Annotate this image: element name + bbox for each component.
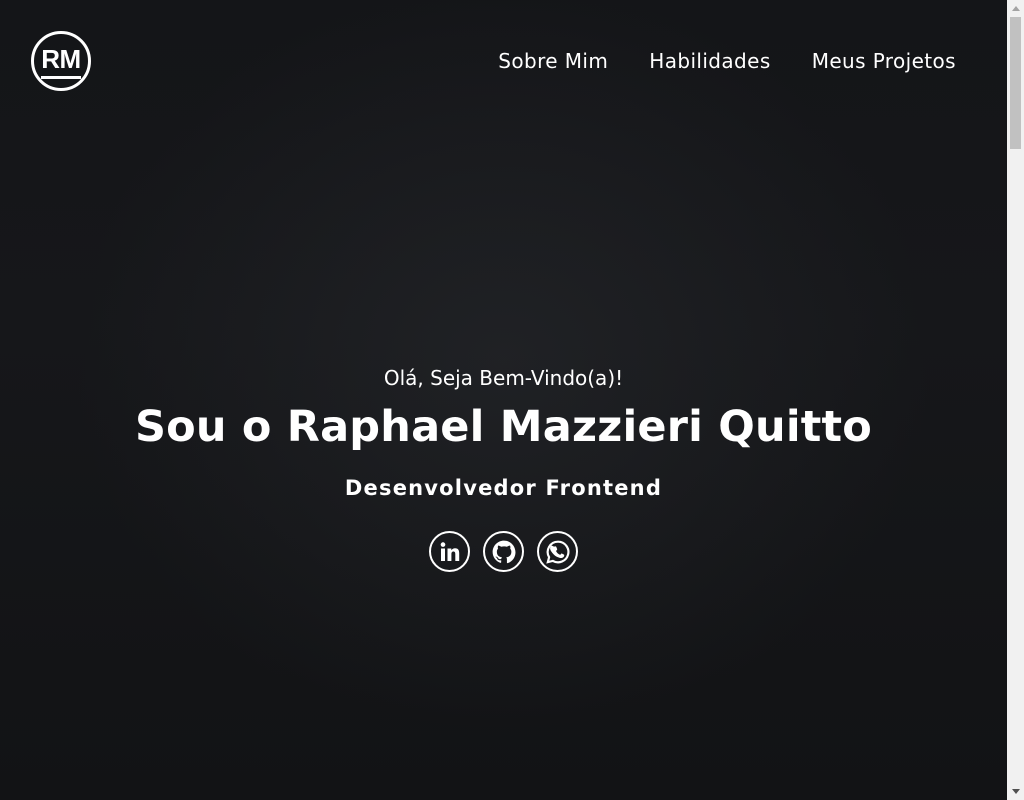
hero-name: Sou o Raphael Mazzieri Quitto [134,402,873,452]
logo[interactable]: RM [31,31,91,91]
logo-text: RM [41,46,81,79]
social-links [0,531,1007,572]
vertical-scrollbar[interactable] [1007,0,1024,800]
scroll-down-arrow-icon[interactable] [1007,783,1024,800]
github-link[interactable] [483,531,524,572]
github-icon [492,540,515,563]
whatsapp-icon [545,540,569,564]
linkedin-icon [440,541,459,561]
nav-link-sobre-mim[interactable]: Sobre Mim [498,49,608,73]
nav-link-habilidades[interactable]: Habilidades [649,49,770,73]
nav-link-meus-projetos[interactable]: Meus Projetos [812,49,956,73]
hero-greeting: Olá, Seja Bem-Vindo(a)! [383,366,624,390]
scrollbar-thumb[interactable] [1010,17,1021,149]
scroll-up-arrow-icon[interactable] [1007,0,1024,17]
linkedin-link[interactable] [429,531,470,572]
page: Olá, Seja Bem-Vindo(a)! Sou o Raphael Ma… [0,0,1024,800]
whatsapp-link[interactable] [537,531,578,572]
hero-section: Olá, Seja Bem-Vindo(a)! Sou o Raphael Ma… [0,0,1007,800]
hero-role: Desenvolvedor Frontend [344,476,663,500]
main-nav: Sobre Mim Habilidades Meus Projetos [498,49,956,73]
